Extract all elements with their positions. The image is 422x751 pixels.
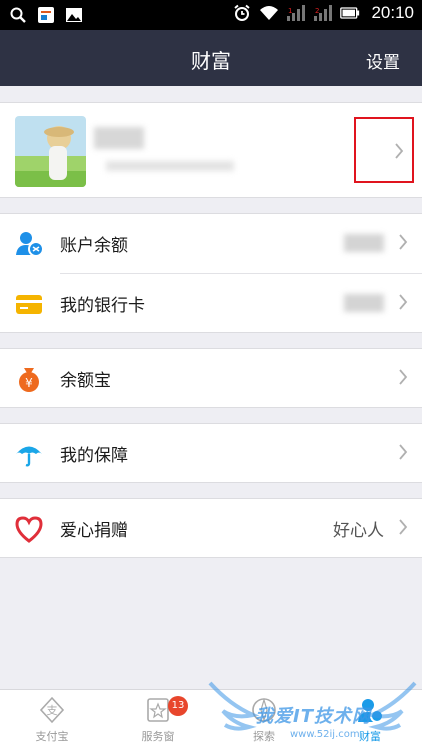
nav-bar: 财富 设置 — [0, 30, 422, 86]
search-icon — [8, 5, 28, 25]
money-bag-icon: ¥ — [14, 364, 44, 394]
settings-button[interactable]: 设置 — [366, 48, 400, 73]
menu-item-insurance[interactable]: 我的保障 — [0, 424, 422, 482]
svg-text:¥: ¥ — [25, 376, 33, 390]
wealth-icon — [325, 696, 415, 724]
tab-service-window[interactable]: 13 服务窗 — [113, 696, 203, 744]
menu-item-donation[interactable]: 爱心捐赠 好心人 — [0, 499, 422, 557]
battery-icon — [340, 3, 360, 23]
chevron-right-icon — [399, 519, 408, 535]
yuebao-group: ¥ 余额宝 — [0, 348, 422, 408]
tab-label: 服务窗 — [141, 730, 175, 743]
chevron-right-icon — [399, 369, 408, 385]
heart-icon — [14, 514, 44, 544]
menu-item-label: 我的保障 — [60, 446, 128, 466]
chevron-right-icon — [399, 294, 408, 310]
wifi-icon — [259, 3, 279, 23]
svg-text:1: 1 — [288, 7, 292, 15]
bank-card-icon — [14, 289, 44, 319]
notification-badge: 13 — [168, 696, 188, 716]
menu-item-account-balance[interactable]: 账户余额 — [0, 214, 422, 272]
app-icon — [36, 5, 56, 25]
tab-alipay[interactable]: 支 支付宝 — [7, 696, 97, 744]
account-group: 账户余额 我的银行卡 — [0, 213, 422, 333]
chevron-right-icon — [399, 234, 408, 250]
umbrella-icon — [14, 439, 44, 469]
masked-username — [94, 127, 144, 149]
alarm-icon — [232, 3, 252, 23]
donation-group: 爱心捐赠 好心人 — [0, 498, 422, 558]
svg-text:支: 支 — [47, 704, 58, 717]
masked-account — [106, 161, 234, 171]
menu-item-value: 好心人 — [333, 521, 384, 541]
menu-item-label: 账户余额 — [60, 236, 128, 256]
chevron-right-icon — [399, 444, 408, 460]
insurance-group: 我的保障 — [0, 423, 422, 483]
tab-label: 支付宝 — [35, 730, 69, 743]
alipay-icon: 支 — [7, 696, 97, 724]
status-time: 20:10 — [371, 3, 414, 22]
tab-wealth[interactable]: 财富 — [325, 696, 415, 744]
profile-card[interactable] — [0, 102, 422, 198]
svg-text:2: 2 — [315, 7, 319, 15]
tab-label: 探索 — [253, 730, 275, 743]
menu-item-label: 我的银行卡 — [60, 296, 145, 316]
page-title: 财富 — [191, 49, 231, 73]
chevron-right-icon — [395, 143, 404, 159]
tab-explore[interactable]: 探索 — [219, 696, 309, 744]
tab-label: 财富 — [359, 730, 381, 743]
tab-bar: 支 支付宝 13 服务窗 探索 财富 — [0, 689, 422, 751]
signal-icon: 2 — [313, 3, 333, 23]
menu-item-label: 爱心捐赠 — [60, 521, 128, 541]
status-bar: 1 2 20:10 — [0, 0, 422, 30]
menu-item-yuebao[interactable]: ¥ 余额宝 — [0, 349, 422, 407]
signal-icon: 1 — [286, 3, 306, 23]
explore-icon — [219, 696, 309, 724]
menu-item-bank-card[interactable]: 我的银行卡 — [0, 274, 422, 332]
service-window-icon — [113, 696, 203, 724]
masked-value — [344, 234, 384, 252]
profile-arrow-highlight[interactable] — [354, 117, 414, 183]
masked-value — [344, 294, 384, 312]
account-balance-icon — [14, 229, 44, 259]
menu-item-label: 余额宝 — [60, 371, 111, 391]
gallery-icon — [64, 5, 84, 25]
avatar — [15, 116, 86, 187]
